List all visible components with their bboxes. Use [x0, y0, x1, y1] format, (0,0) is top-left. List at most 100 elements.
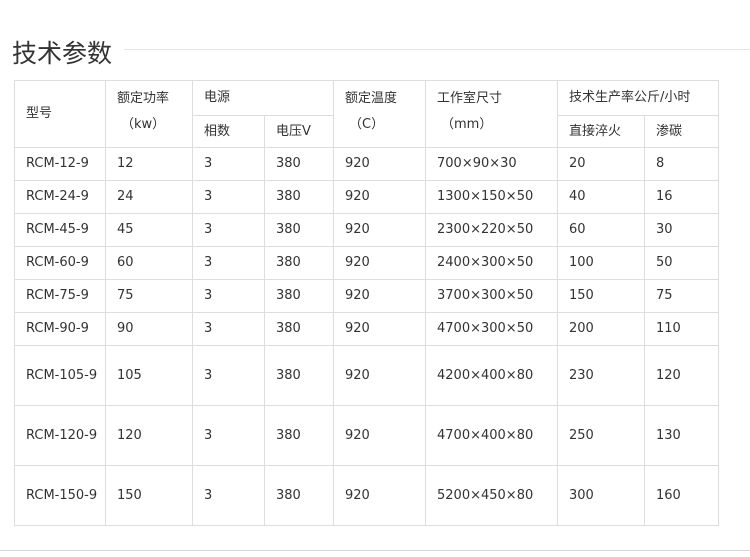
- header-chamber-unit: （mm）: [441, 117, 493, 132]
- cell-temp: 920: [333, 246, 427, 280]
- cell-model: RCM-24-9: [14, 180, 106, 214]
- cell-model: RCM-150-9: [14, 465, 106, 526]
- cell-quench: 300: [557, 465, 646, 526]
- cell-quench: 100: [557, 246, 646, 280]
- table-row: RCM-75-9 75 3 380 920 3700×300×50 150 75: [14, 279, 720, 313]
- cell-power: 90: [105, 312, 193, 346]
- header-quench-label: 直接淬火: [569, 123, 622, 139]
- cell-size: 4700×300×50: [425, 312, 559, 346]
- cell-temp: 920: [333, 180, 427, 214]
- cell-model: RCM-90-9: [14, 312, 106, 346]
- cell-model: RCM-120-9: [14, 405, 106, 466]
- cell-power: 12: [105, 147, 193, 181]
- table-row: RCM-105-9 105 3 380 920 4200×400×80 230 …: [14, 345, 720, 406]
- table-row: RCM-120-9 120 3 380 920 4700×400×80 250 …: [14, 405, 720, 466]
- header-temp-unit: （C）: [349, 117, 385, 132]
- header-chamber-label: 工作室尺寸: [437, 91, 503, 106]
- cell-quench: 20: [557, 147, 646, 181]
- cell-quench: 60: [557, 213, 646, 247]
- cell-power: 60: [105, 246, 193, 280]
- cell-temp: 920: [333, 345, 427, 406]
- cell-phases: 3: [192, 279, 265, 313]
- table-header-row: 型号 额定功率 （kw） 电源 额定温度 （C） 工作室尺寸 （mm） 技术生产…: [14, 80, 720, 148]
- cell-power: 24: [105, 180, 193, 214]
- header-model: 型号: [14, 80, 106, 148]
- cell-quench: 200: [557, 312, 646, 346]
- header-temp-label: 额定温度: [345, 91, 398, 106]
- table-row: RCM-12-9 12 3 380 920 700×90×30 20 8: [14, 147, 720, 181]
- header-carburize-label: 渗碳: [656, 123, 683, 139]
- cell-voltage: 380: [263, 213, 335, 247]
- cell-power: 150: [105, 465, 193, 526]
- cell-size: 700×90×30: [425, 147, 559, 181]
- cell-quench: 150: [557, 279, 646, 313]
- cell-carburize: 75: [644, 279, 720, 313]
- header-supply: 电源: [191, 80, 335, 116]
- cell-size: 2300×220×50: [425, 213, 559, 247]
- cell-power: 45: [105, 213, 193, 247]
- cell-carburize: 110: [644, 312, 720, 346]
- header-model-label: 型号: [26, 106, 53, 121]
- cell-carburize: 30: [644, 213, 720, 247]
- cell-quench: 250: [557, 405, 646, 466]
- cell-phases: 3: [192, 147, 265, 181]
- table-row: RCM-24-9 24 3 380 920 1300×150×50 40 16: [14, 180, 720, 214]
- cell-model: RCM-75-9: [14, 279, 106, 313]
- cell-quench: 230: [557, 345, 646, 406]
- cell-carburize: 16: [644, 180, 720, 214]
- cell-size: 2400×300×50: [425, 246, 559, 280]
- cell-temp: 920: [333, 405, 427, 466]
- header-power-label: 额定功率: [117, 91, 170, 106]
- cell-size: 4700×400×80: [425, 405, 559, 466]
- cell-temp: 920: [333, 312, 427, 346]
- bottom-divider: [0, 550, 750, 551]
- cell-voltage: 380: [263, 180, 335, 214]
- cell-carburize: 8: [644, 147, 720, 181]
- page-title: 技术参数: [12, 39, 113, 68]
- cell-temp: 920: [333, 147, 427, 181]
- cell-size: 5200×450×80: [425, 465, 559, 526]
- header-productivity: 技术生产率公斤/小时: [557, 80, 720, 116]
- cell-voltage: 380: [263, 279, 335, 313]
- cell-model: RCM-12-9: [14, 147, 106, 181]
- cell-voltage: 380: [263, 465, 335, 526]
- cell-model: RCM-60-9: [14, 246, 106, 280]
- cell-voltage: 380: [263, 405, 335, 466]
- cell-carburize: 50: [644, 246, 720, 280]
- cell-temp: 920: [333, 279, 427, 313]
- cell-phases: 3: [192, 213, 265, 247]
- table-row: RCM-45-9 45 3 380 920 2300×220×50 60 30: [14, 213, 720, 247]
- cell-quench: 40: [557, 180, 646, 214]
- table-row: RCM-60-9 60 3 380 920 2400×300×50 100 50: [14, 246, 720, 280]
- cell-phases: 3: [192, 345, 265, 406]
- cell-phases: 3: [192, 180, 265, 214]
- cell-size: 3700×300×50: [425, 279, 559, 313]
- header-voltage: 电压V: [263, 115, 335, 148]
- cell-model: RCM-45-9: [14, 213, 106, 247]
- cell-phases: 3: [192, 312, 265, 346]
- cell-voltage: 380: [263, 147, 335, 181]
- cell-voltage: 380: [263, 345, 335, 406]
- cell-phases: 3: [192, 465, 265, 526]
- table-row: RCM-90-9 90 3 380 920 4700×300×50 200 11…: [14, 312, 720, 346]
- cell-temp: 920: [333, 213, 427, 247]
- cell-model: RCM-105-9: [14, 345, 106, 406]
- spec-table: 型号 额定功率 （kw） 电源 额定温度 （C） 工作室尺寸 （mm） 技术生产…: [14, 80, 720, 526]
- cell-power: 75: [105, 279, 193, 313]
- header-quench: 直接淬火: [557, 115, 646, 148]
- header-voltage-label: 电压V: [276, 123, 311, 139]
- header-chamber: 工作室尺寸 （mm）: [425, 80, 559, 148]
- cell-power: 120: [105, 405, 193, 466]
- cell-carburize: 130: [644, 405, 720, 466]
- header-power-unit: （kw）: [121, 117, 166, 132]
- header-temp: 额定温度 （C）: [333, 80, 427, 148]
- header-phases-label: 相数: [204, 123, 231, 139]
- cell-phases: 3: [192, 405, 265, 466]
- cell-size: 4200×400×80: [425, 345, 559, 406]
- cell-voltage: 380: [263, 312, 335, 346]
- cell-power: 105: [105, 345, 193, 406]
- header-supply-label: 电源: [204, 90, 231, 105]
- header-power: 额定功率 （kw）: [105, 80, 193, 148]
- header-carburize: 渗碳: [644, 115, 720, 148]
- header-productivity-label: 技术生产率公斤/小时: [569, 90, 691, 105]
